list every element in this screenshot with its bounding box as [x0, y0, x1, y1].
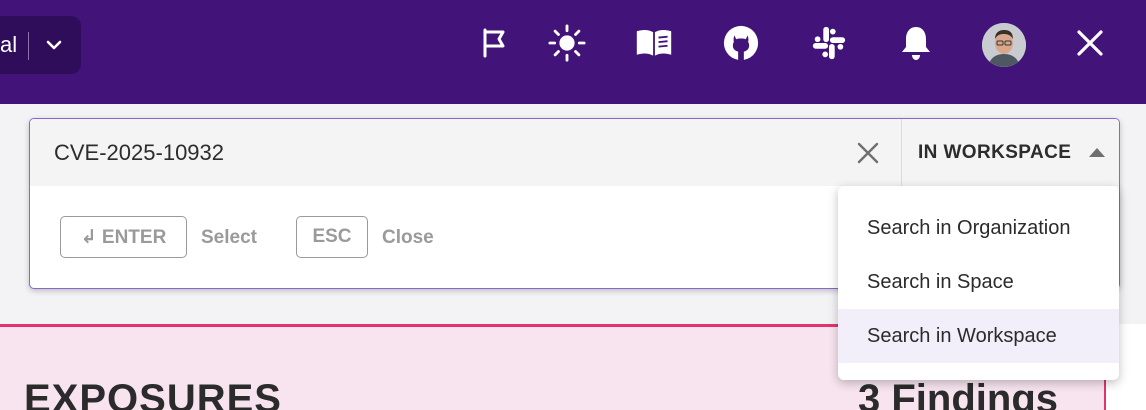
chevron-down-icon[interactable]	[44, 35, 64, 55]
exposures-title: EXPOSURES	[24, 377, 282, 410]
workspace-name: al	[0, 32, 18, 57]
menu-item-search-in-workspace[interactable]: Search in Workspace	[838, 309, 1119, 363]
esc-key-hint: ESC	[296, 216, 368, 258]
enter-key-hint: ↲ ENTER	[60, 216, 187, 258]
search-input[interactable]	[30, 119, 852, 186]
search-scope-label: IN WORKSPACE	[918, 142, 1072, 163]
findings-count: 3 Findings	[858, 377, 1058, 410]
flag-icon[interactable]	[475, 23, 513, 63]
esc-action-label: Close	[382, 227, 434, 248]
workspace-selector-divider	[28, 32, 29, 60]
clear-search-icon[interactable]	[856, 141, 880, 165]
search-bar: IN WORKSPACE	[30, 119, 1119, 186]
caret-up-icon	[1089, 148, 1105, 157]
workspace-selector[interactable]: al	[0, 16, 81, 74]
menu-item-search-in-organization[interactable]: Search in Organization	[838, 201, 1119, 255]
user-avatar[interactable]	[982, 23, 1026, 67]
docs-book-icon[interactable]	[635, 23, 673, 63]
search-scope-toggle[interactable]: IN WORKSPACE	[902, 119, 1119, 186]
menu-item-search-in-space[interactable]: Search in Space	[838, 255, 1119, 309]
top-navigation-bar: al	[0, 0, 1146, 104]
close-icon[interactable]	[1071, 23, 1109, 63]
theme-sun-icon[interactable]	[548, 23, 586, 63]
search-scope-menu: Search in Organization Search in Space S…	[838, 186, 1119, 380]
notifications-bell-icon[interactable]	[897, 23, 935, 63]
github-icon[interactable]	[722, 23, 760, 63]
slack-icon[interactable]	[810, 23, 848, 63]
enter-action-label: Select	[201, 227, 257, 248]
